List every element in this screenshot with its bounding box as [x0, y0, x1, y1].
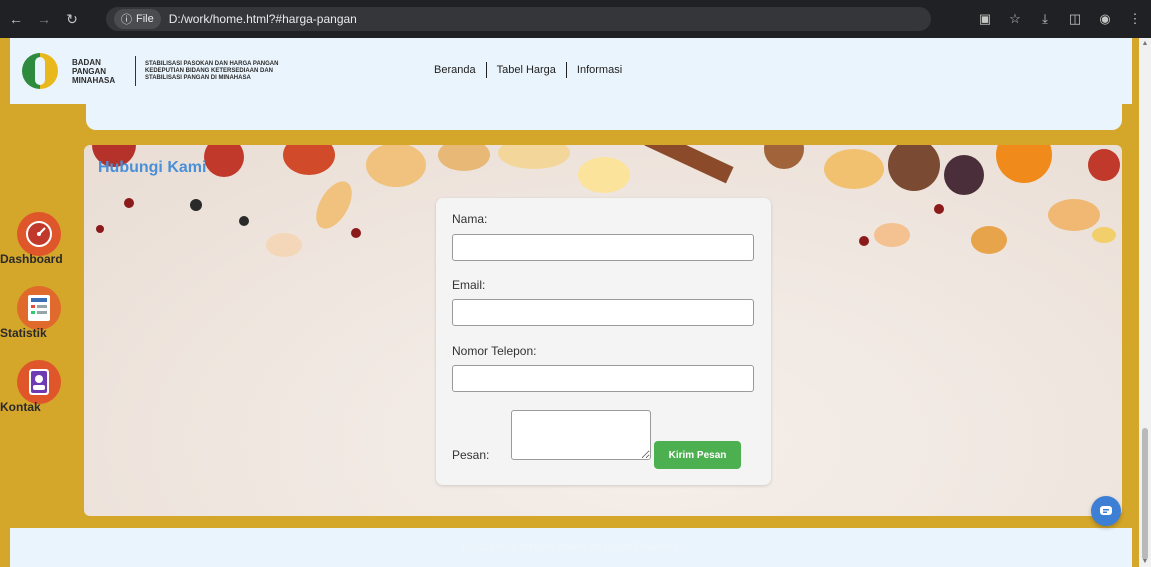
message-textarea[interactable]: [511, 410, 651, 460]
header-band: [86, 104, 1122, 130]
email-label: Email:: [452, 278, 486, 292]
reload-icon[interactable]: ↻: [60, 7, 84, 31]
forward-arrow-icon[interactable]: →: [32, 7, 56, 31]
page-viewport: BADAN PANGAN MINAHASA STABILISASI PASOKA…: [0, 38, 1139, 567]
nav-beranda[interactable]: Beranda: [434, 64, 476, 76]
phone-label: Nomor Telepon:: [452, 344, 537, 358]
browser-toolbar: ← → ↻ ⓘ File D:/work/home.html?#harga-pa…: [0, 0, 1151, 38]
sidepanel-icon[interactable]: ◫: [1065, 11, 1085, 27]
nav-separator: [565, 62, 567, 78]
price-list-icon: [17, 286, 61, 330]
org-subtitle: STABILISASI PASOKAN DAN HARGA PANGAN KED…: [145, 60, 279, 81]
sidebar-label: Statistik: [0, 326, 47, 340]
nav-informasi[interactable]: Informasi: [577, 64, 622, 76]
scroll-down-icon[interactable]: ▼: [1139, 558, 1151, 565]
sidebar-item-dashboard[interactable]: Dashboard: [0, 212, 90, 266]
address-bar[interactable]: ⓘ File D:/work/home.html?#harga-pangan: [106, 7, 931, 31]
sidebar-label: Dashboard: [0, 252, 63, 266]
page-scrollbar[interactable]: ▲ ▼: [1139, 38, 1151, 567]
site-header: BADAN PANGAN MINAHASA STABILISASI PASOKA…: [10, 38, 1132, 104]
menu-kebab-icon[interactable]: ⋮: [1125, 11, 1145, 27]
name-input[interactable]: [452, 234, 754, 261]
back-arrow-icon[interactable]: ←: [4, 7, 28, 31]
contact-book-icon: [17, 360, 61, 404]
submit-button[interactable]: Kirim Pesan: [654, 441, 741, 469]
scroll-thumb[interactable]: [1142, 428, 1148, 560]
chat-bubble-icon: [1100, 506, 1112, 515]
url-text[interactable]: D:/work/home.html?#harga-pangan: [169, 12, 357, 26]
sidebar-item-kontak[interactable]: Kontak: [0, 360, 90, 414]
top-nav: Beranda Tabel Harga Informasi: [434, 62, 622, 78]
sidebar-item-statistik[interactable]: Statistik: [0, 286, 90, 340]
contact-form: Nama: Email: Nomor Telepon: Pesan: Kirim…: [436, 198, 771, 485]
chat-button[interactable]: [1091, 496, 1121, 526]
name-label: Nama:: [452, 212, 488, 226]
header-divider: [135, 56, 136, 86]
site-info-chip[interactable]: ⓘ File: [114, 9, 161, 29]
contact-section: Hubungi Kami Nama: Email: Nomor Telepon:…: [84, 145, 1122, 516]
contact-title: Hubungi Kami: [98, 159, 207, 176]
bookmark-star-icon[interactable]: ☆: [1005, 11, 1025, 27]
translate-icon[interactable]: ▣: [975, 11, 995, 27]
org-name: BADAN PANGAN MINAHASA: [72, 57, 116, 85]
logo-icon: [22, 53, 58, 89]
nav-tabel-harga[interactable]: Tabel Harga: [497, 64, 556, 76]
download-icon[interactable]: ⤓: [1035, 11, 1055, 27]
email-input[interactable]: [452, 299, 754, 326]
sidebar-label: Kontak: [0, 400, 41, 414]
message-label: Pesan:: [452, 448, 490, 462]
speedometer-icon: [17, 212, 61, 256]
site-footer: © 2023 Your Website Name. All Rights Res…: [10, 528, 1132, 567]
phone-input[interactable]: [452, 365, 754, 392]
nav-separator: [485, 62, 487, 78]
scroll-up-icon[interactable]: ▲: [1139, 40, 1151, 47]
footer-copyright: © 2023 Your Website Name. All Rights Res…: [461, 542, 681, 553]
profile-avatar-icon[interactable]: ◉: [1095, 11, 1115, 27]
file-chip-label: File: [136, 13, 154, 25]
info-icon: ⓘ: [121, 14, 132, 26]
